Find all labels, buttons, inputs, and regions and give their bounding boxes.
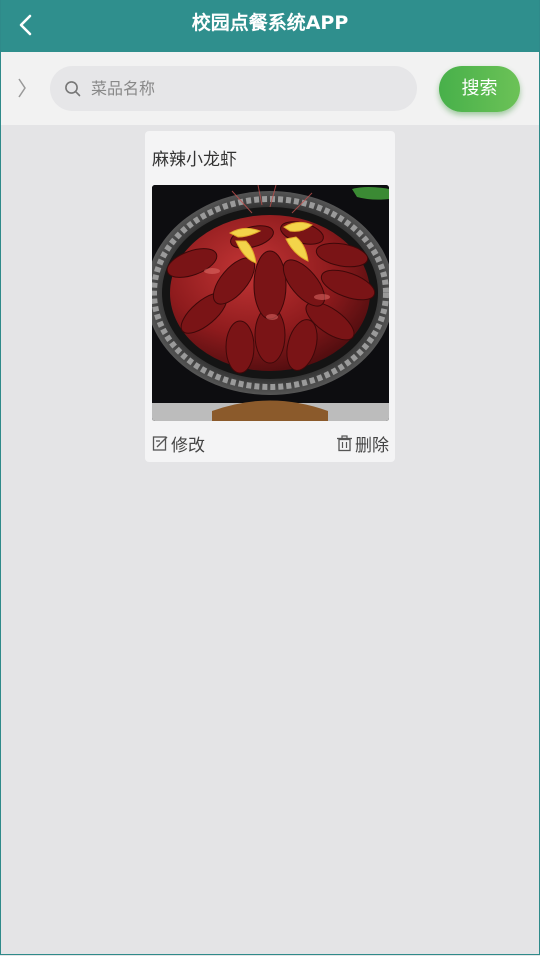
- edit-icon: [152, 435, 169, 452]
- delete-label: 删除: [355, 436, 389, 456]
- chevron-right-icon: [18, 78, 26, 98]
- expand-toggle[interactable]: [12, 76, 32, 100]
- page-title: 校园点餐系统APP: [191, 12, 349, 34]
- delete-button[interactable]: 删除: [336, 431, 389, 456]
- dish-name: 麻辣小龙虾: [152, 150, 237, 170]
- search-input[interactable]: [89, 67, 393, 110]
- search-icon: [64, 80, 82, 98]
- dish-image[interactable]: [152, 185, 389, 421]
- trash-icon: [336, 435, 353, 452]
- dish-card: 麻辣小龙虾 修改 删除: [145, 131, 395, 462]
- app-header: 校园点餐系统APP: [0, 0, 540, 52]
- search-bar: 搜索: [0, 52, 540, 125]
- card-actions: 修改 删除: [152, 431, 389, 456]
- search-box: [50, 66, 417, 111]
- edit-label: 修改: [171, 436, 205, 456]
- search-button[interactable]: 搜索: [439, 66, 520, 112]
- edit-button[interactable]: 修改: [152, 431, 205, 456]
